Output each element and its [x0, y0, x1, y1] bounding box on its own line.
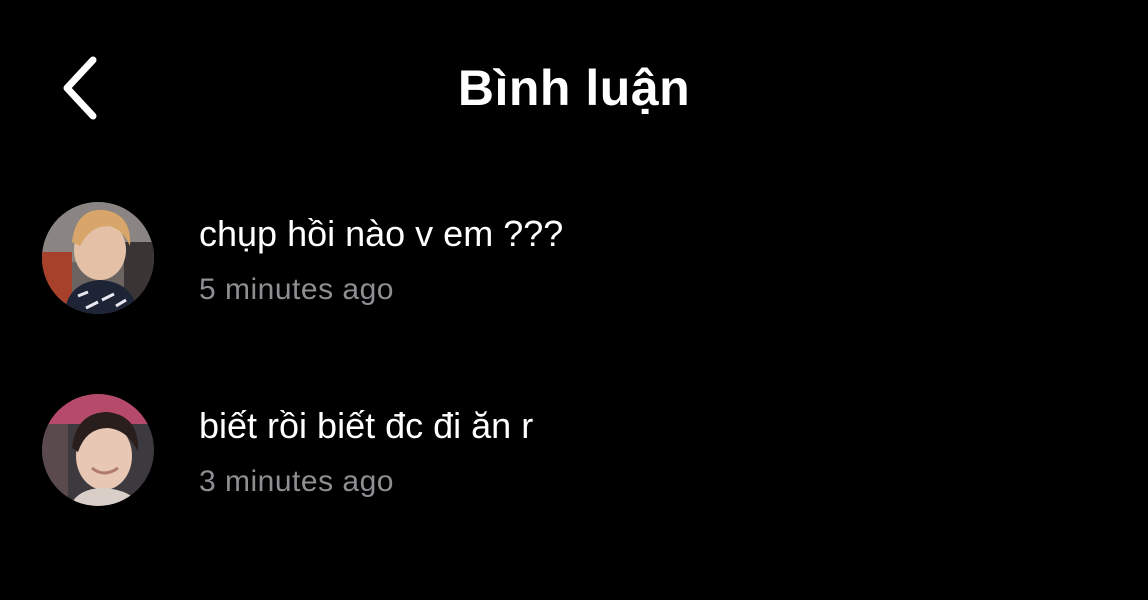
avatar[interactable] [42, 202, 154, 314]
page-title: Bình luận [457, 60, 691, 116]
comment-item: biết rồi biết đc đi ăn r 3 minutes ago [0, 382, 1148, 574]
avatar[interactable] [42, 394, 154, 506]
header-bar: Bình luận [0, 0, 1148, 180]
comment-timestamp: 5 minutes ago [199, 273, 394, 306]
comment-text: chụp hồi nào v em ??? [199, 213, 564, 254]
comment-item: chụp hồi nào v em ??? 5 minutes ago [0, 190, 1148, 382]
comment-list: chụp hồi nào v em ??? 5 minutes ago biết… [0, 190, 1148, 574]
comment-text: biết rồi biết đc đi ăn r [199, 405, 534, 446]
comment-timestamp: 3 minutes ago [199, 465, 394, 498]
